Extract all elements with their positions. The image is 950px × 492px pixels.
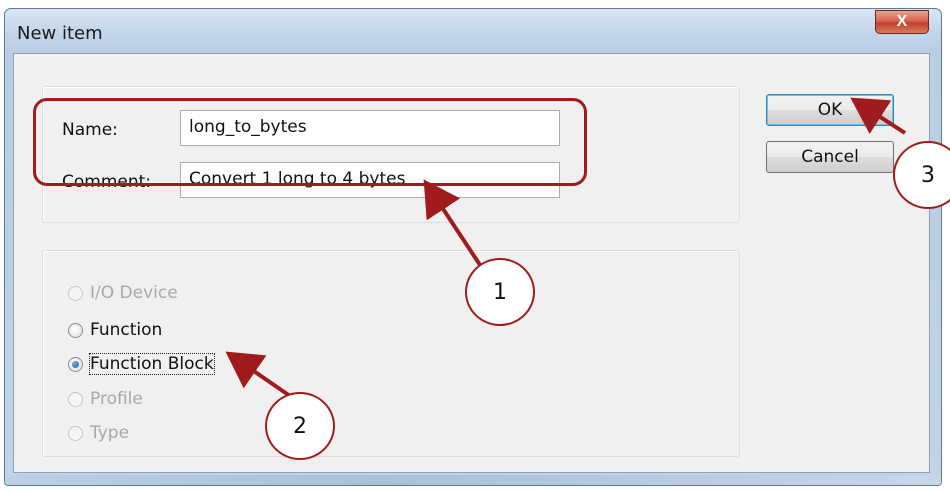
arrow-to-fields [423,179,482,267]
arrow-to-ok [850,97,907,135]
callout-2: 2 [265,392,335,460]
callout-arrows [225,97,907,398]
arrow-to-function-block [225,351,292,398]
callout-1: 1 [465,258,535,326]
